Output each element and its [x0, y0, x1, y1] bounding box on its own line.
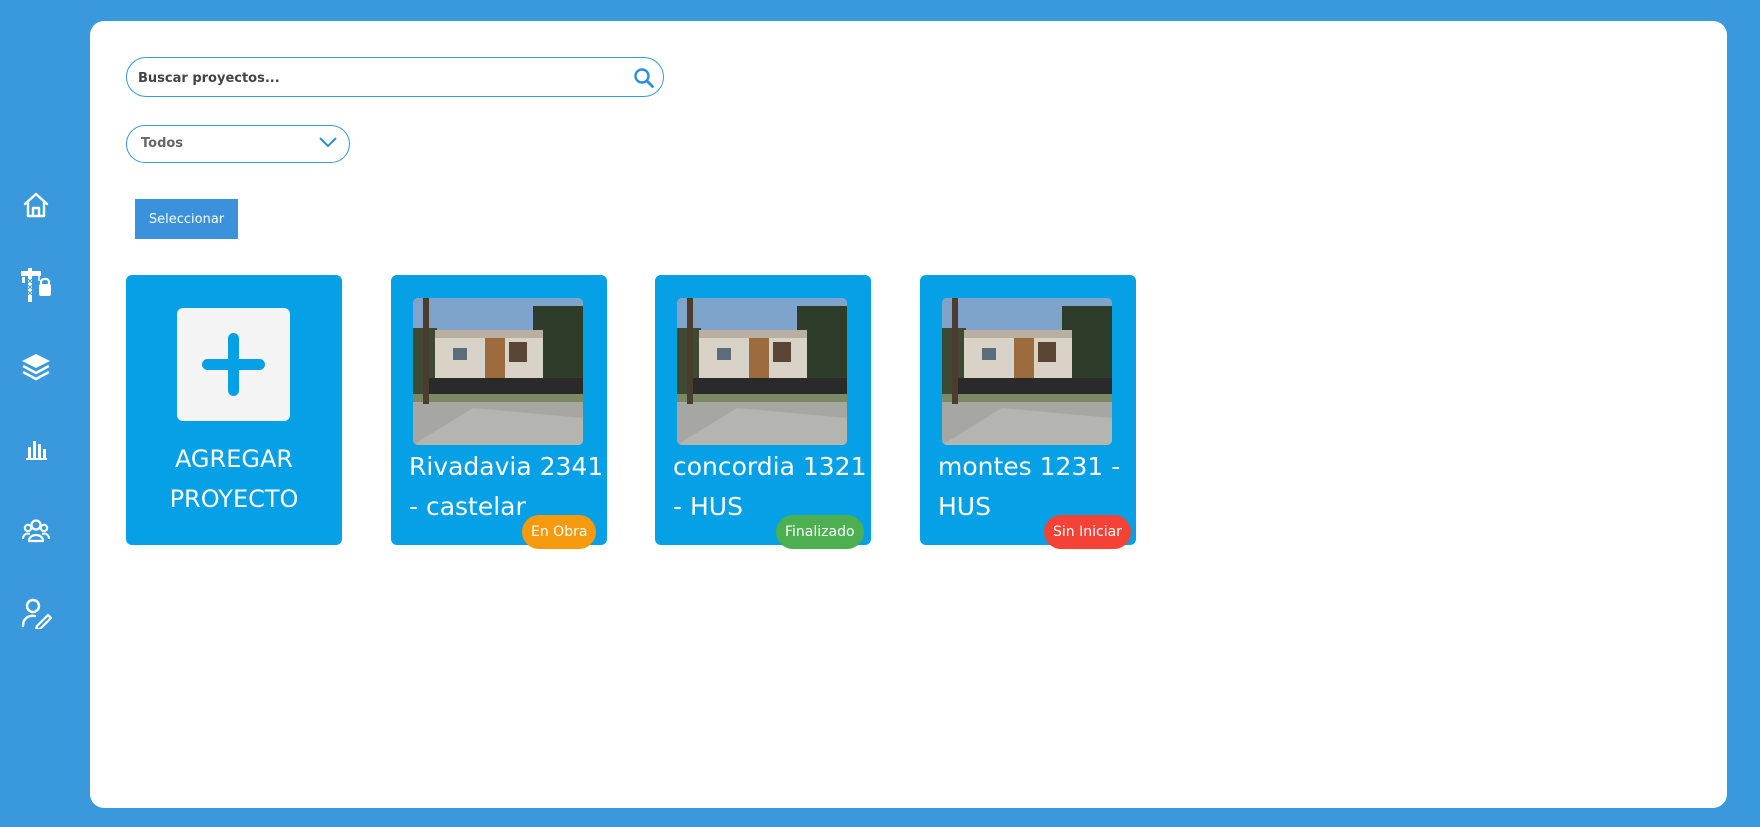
- search-box: [126, 57, 664, 97]
- status-badge: Finalizado: [776, 515, 864, 549]
- crane-icon: [21, 268, 51, 302]
- plus-icon: [202, 333, 265, 396]
- status-badge: En Obra: [522, 515, 597, 549]
- users-icon: [22, 519, 50, 543]
- main-panel: Todos Seleccionar AGREGAR PROYECTO: [90, 21, 1727, 808]
- project-card[interactable]: Rivadavia 2341 - castelar En Obra: [391, 275, 607, 549]
- sidebar-item-construction[interactable]: [17, 266, 55, 304]
- chevron-down-icon: [319, 137, 337, 148]
- search-icon[interactable]: [633, 67, 655, 89]
- status-badge: Sin Iniciar: [1044, 515, 1131, 549]
- sidebar-item-stats[interactable]: [17, 430, 55, 468]
- sidebar-item-home[interactable]: [17, 186, 55, 224]
- project-card[interactable]: concordia 1321 - HUS Finalizado: [655, 275, 871, 549]
- search-input[interactable]: [136, 66, 620, 90]
- project-thumbnail: [942, 298, 1112, 445]
- project-thumbnail: [413, 298, 583, 445]
- sidebar: [0, 0, 90, 827]
- sidebar-item-profile[interactable]: [17, 594, 55, 632]
- select-button[interactable]: Seleccionar: [135, 199, 238, 239]
- sidebar-item-layers[interactable]: [17, 348, 55, 386]
- home-icon: [23, 192, 49, 218]
- status-filter-value: Todos: [141, 136, 184, 151]
- sidebar-item-team[interactable]: [17, 512, 55, 550]
- project-card[interactable]: montes 1231 - HUS Sin Iniciar: [920, 275, 1136, 549]
- add-project-card[interactable]: AGREGAR PROYECTO: [126, 275, 342, 545]
- status-filter-select[interactable]: Todos: [126, 125, 350, 163]
- user-edit-icon: [21, 598, 52, 629]
- add-project-button[interactable]: [177, 308, 290, 421]
- add-project-label: AGREGAR PROYECTO: [169, 445, 299, 513]
- bar-chart-icon: [26, 441, 47, 460]
- project-thumbnail: [677, 298, 847, 445]
- layers-icon: [22, 354, 50, 381]
